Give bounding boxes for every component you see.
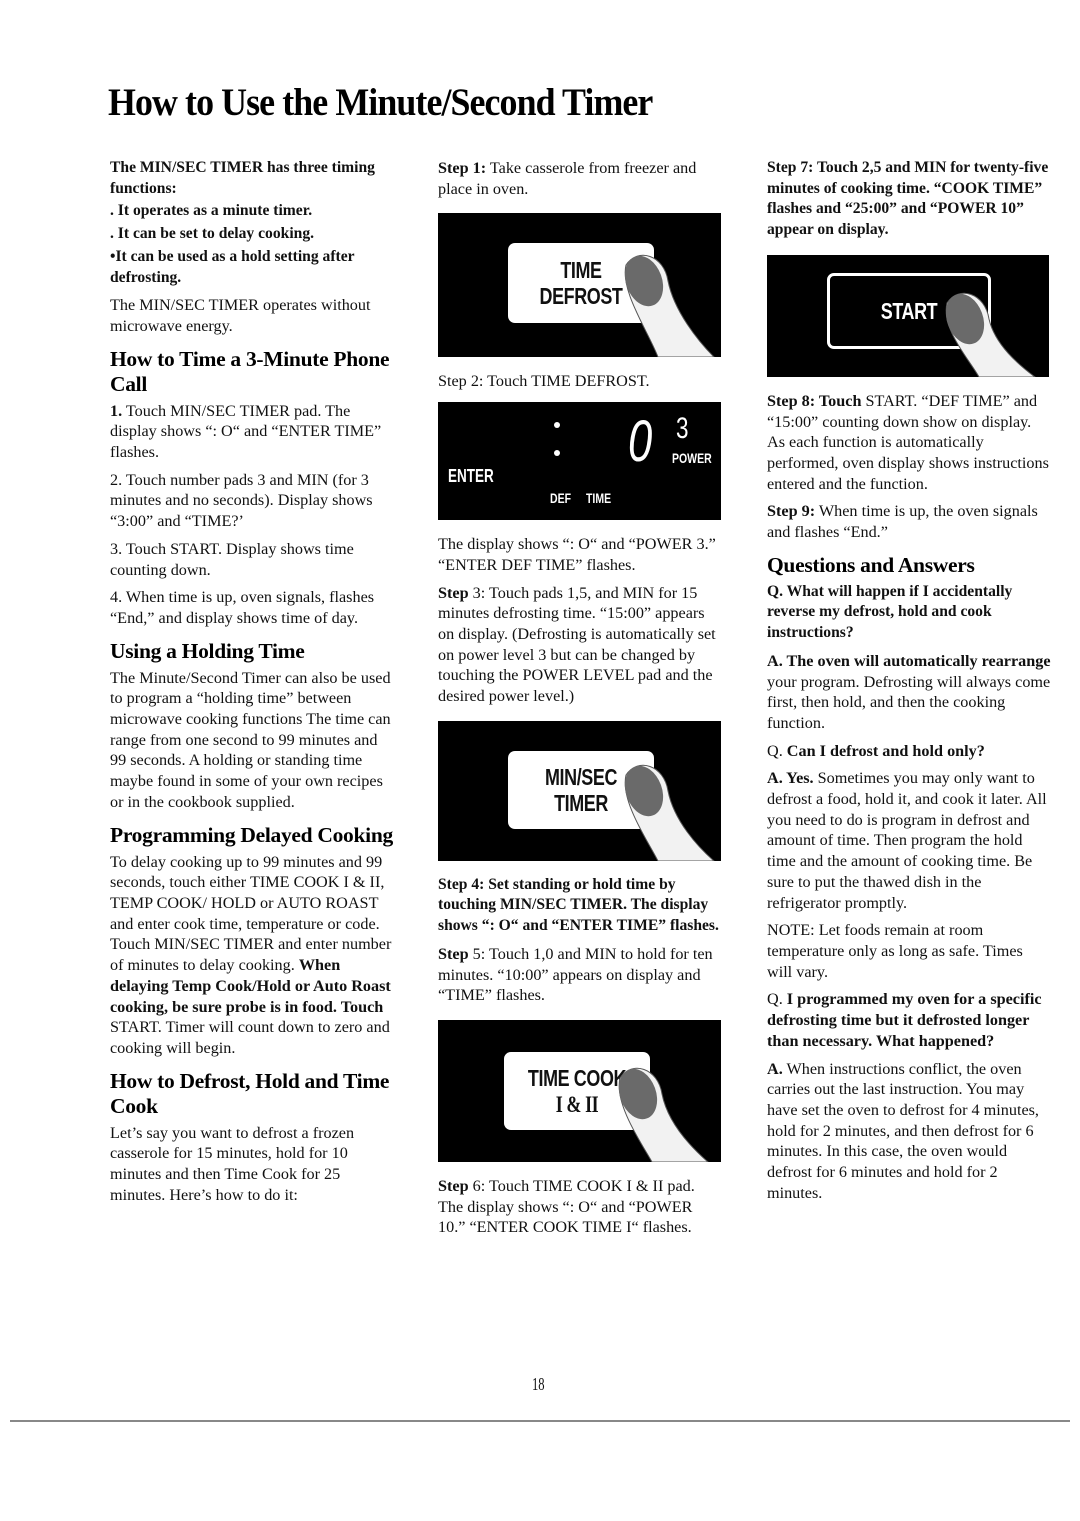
question: Q. Can I defrost and hold only? [767, 741, 985, 760]
defrost-hold-cook-heading: How to Defrost, Hold and Time Cook [110, 1068, 390, 1118]
answer: A. The oven will automatically rearrange… [767, 651, 1051, 732]
finger-icon [618, 1067, 709, 1162]
display-time: TIME [586, 490, 612, 507]
question: Q. I programmed my oven for a specific d… [767, 990, 1042, 1050]
time-cook-illustration: TIME COOK I & II [438, 1019, 721, 1162]
delayed-cooking-body: To delay cooking up to 99 minutes and 99… [110, 852, 392, 1057]
step-2: Step 2: Touch TIME DEFROST. [438, 372, 650, 391]
phone-step: 4. When time is up, oven signals, flashe… [110, 588, 375, 627]
step-4: Step 4: Set standing or hold time by tou… [438, 875, 719, 935]
note: NOTE: Let foods remain at room temperatu… [767, 921, 1023, 981]
answer: A. Yes. Sometimes you may only want to d… [767, 769, 1047, 912]
function-item: . It operates as a minute timer. [110, 202, 313, 220]
column-2: Step 1: Take casserole from freezer and … [438, 158, 723, 1245]
defrost-hold-cook-body: Let’s say you want to defrost a frozen c… [110, 1123, 355, 1204]
colon-dot-icon [554, 422, 560, 429]
step-8: Step 8: Touch START. “DEF TIME” and “15:… [767, 391, 1049, 493]
step-9: Step 9: When time is up, the oven signal… [767, 502, 1038, 542]
holding-time-heading: Using a Holding Time [110, 638, 305, 663]
qa-heading: Questions and Answers [767, 552, 975, 577]
phone-step: 3. Touch START. Display shows time count… [110, 539, 354, 579]
step-1: Step 1: Take casserole from freezer and … [438, 159, 697, 198]
question: Q. What will happen if I accidentally re… [767, 582, 1013, 642]
display-enter: ENTER [448, 466, 494, 487]
page-title: How to Use the Minute/Second Timer [108, 81, 653, 124]
step-7: Step 7: Touch 2,5 and MIN for twenty-fiv… [767, 159, 1049, 239]
intro-heading: The MIN/SEC TIMER has three timing funct… [110, 159, 375, 197]
page-number: 18 [532, 1374, 545, 1394]
finger-icon [624, 255, 715, 358]
time-defrost-illustration: TIME DEFROST [438, 213, 721, 358]
footer-rule [10, 1420, 1070, 1422]
column-3: Step 7: Touch 2,5 and MIN for twenty-fiv… [767, 158, 1052, 1210]
step-5: Step 5: Touch 1,0 and MIN to hold for te… [438, 944, 713, 1005]
display-def: DEF [550, 490, 571, 507]
function-item: . It can be set to delay cooking. [110, 225, 315, 243]
answer: A. When instructions conflict, the oven … [767, 1059, 1039, 1202]
display-digit: 0 [628, 409, 653, 475]
display-power: POWER [672, 450, 712, 467]
finger-icon [624, 764, 715, 861]
display-note: The display shows “: O“ and “POWER 3.” “… [438, 535, 716, 574]
min-sec-timer-illustration: MIN/SEC TIMER [438, 720, 721, 861]
step-3: Step 3: Touch pads 1,5, and MIN for 15 m… [438, 583, 716, 706]
finger-icon [945, 292, 1036, 377]
display-illustration: 0 3 POWER ENTER DEF TIME [438, 402, 721, 521]
delayed-cooking-heading: Programming Delayed Cooking [110, 822, 393, 847]
phone-call-heading: How to Time a 3-Minute Phone Call [110, 346, 390, 396]
phone-step: 1. Touch MIN/SEC TIMER pad. The display … [110, 401, 382, 462]
step-6: Step 6: Touch TIME COOK I & II pad. The … [438, 1176, 695, 1237]
phone-step: 2. Touch number pads 3 and MIN (for 3 mi… [110, 470, 373, 531]
colon-dot-icon [554, 450, 560, 457]
intro-note: The MIN/SEC TIMER operates without micro… [110, 296, 371, 335]
column-1: The MIN/SEC TIMER has three timing funct… [110, 158, 395, 1212]
function-item: •It can be used as a hold setting after … [110, 247, 355, 286]
holding-time-body: The Minute/Second Timer can also be used… [110, 668, 391, 811]
display-digit: 3 [676, 412, 689, 446]
start-illustration: START [767, 254, 1049, 377]
